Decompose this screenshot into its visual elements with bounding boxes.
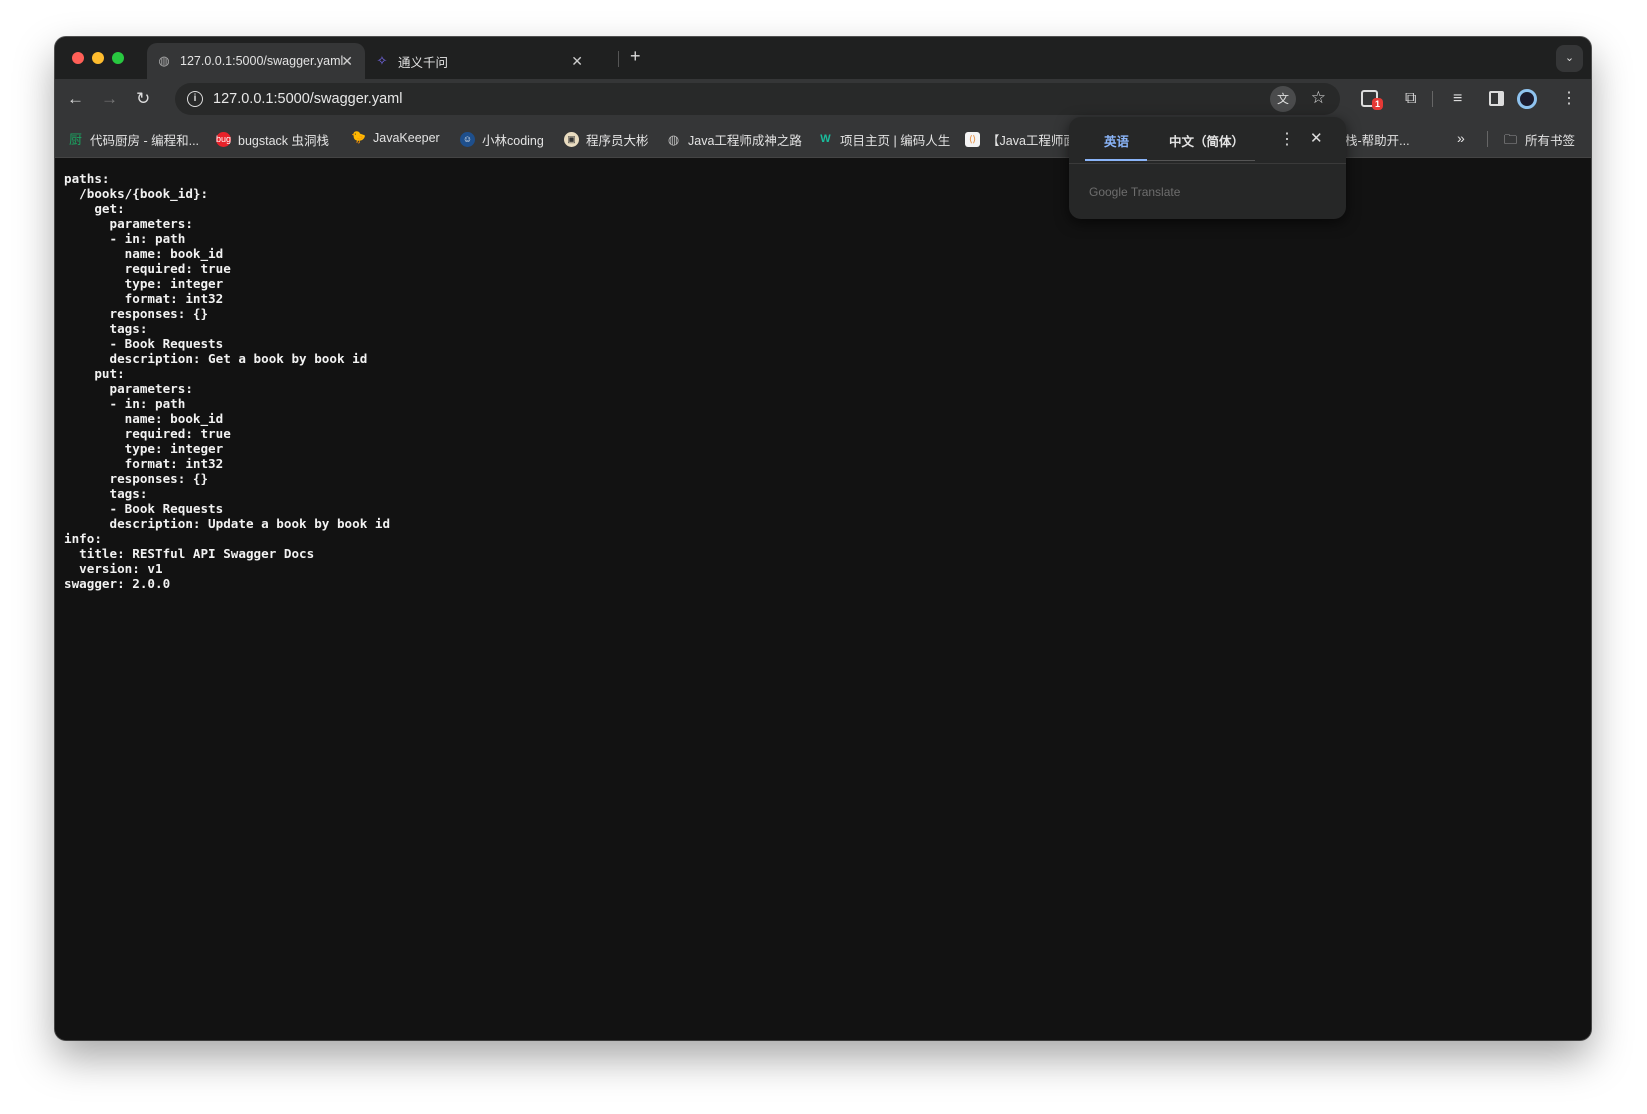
tab-tongyi[interactable]: ✧ 通义千问 ✕ bbox=[365, 43, 595, 79]
bookmark-label: 小林coding bbox=[482, 134, 544, 148]
toolbar: ← → ↻ i 127.0.0.1:5000/swagger.yaml 文 ☆ … bbox=[55, 79, 1591, 119]
more-bookmarks-chevron-icon[interactable]: » bbox=[1457, 130, 1465, 146]
tab-swagger[interactable]: ◍ 127.0.0.1:5000/swagger.yaml ✕ bbox=[147, 43, 365, 79]
close-icon[interactable]: ✕ bbox=[1310, 129, 1323, 147]
bookmark-item[interactable]: 🐤 JavaKeeper bbox=[351, 130, 440, 145]
globe-icon: ◍ bbox=[158, 53, 170, 68]
minimize-window-button[interactable] bbox=[92, 52, 104, 64]
bookmark-item[interactable]: 厨代码厨房 - 编程和... bbox=[68, 130, 199, 149]
bookmark-item[interactable]: ☺ 小林coding bbox=[460, 130, 544, 149]
back-arrow-icon[interactable]: ← bbox=[67, 89, 84, 109]
forward-arrow-icon[interactable]: → bbox=[101, 89, 118, 109]
bookmark-label: 项目主页 | 编码人生 bbox=[840, 134, 951, 148]
bookmark-item[interactable]: ◍ Java工程师成神之路 bbox=[666, 130, 802, 149]
globe-icon: ◍ bbox=[667, 132, 680, 147]
bookmark-label: 程序员大彬 bbox=[586, 134, 649, 148]
toolbar-divider bbox=[1432, 91, 1433, 107]
media-controls-icon[interactable]: ≡ bbox=[1453, 89, 1462, 109]
bookmark-item[interactable]: W 项目主页 | 编码人生 bbox=[818, 130, 950, 149]
code-icon: ⟨⟩ bbox=[965, 132, 980, 147]
url-text[interactable]: 127.0.0.1:5000/swagger.yaml bbox=[213, 91, 402, 107]
w-logo-icon: W bbox=[820, 133, 831, 145]
bookmark-star-icon[interactable]: ☆ bbox=[1311, 88, 1326, 108]
bookmark-item[interactable]: 栈-帮助开... bbox=[1345, 130, 1410, 149]
robot-icon: ▣ bbox=[564, 132, 579, 147]
bookmark-label: 【Java工程师面 bbox=[987, 134, 1076, 148]
bookmark-label: 代码厨房 - 编程和... bbox=[90, 134, 200, 148]
reload-icon[interactable]: ↻ bbox=[136, 89, 150, 109]
extensions-puzzle-icon[interactable]: ⧉ bbox=[1405, 89, 1416, 109]
tab-source-language[interactable]: 英语 bbox=[1104, 131, 1129, 150]
new-tab-button[interactable]: + bbox=[630, 46, 641, 67]
bookmarks-divider bbox=[1487, 131, 1488, 147]
translate-icon[interactable]: 文 bbox=[1270, 86, 1296, 112]
browser-window: ◍ 127.0.0.1:5000/swagger.yaml ✕ ✧ 通义千问 ✕… bbox=[55, 37, 1591, 1040]
tab-target-language[interactable]: 中文（简体） bbox=[1169, 131, 1244, 150]
xiaolin-icon: ☺ bbox=[460, 132, 475, 147]
folder-icon: 🗀 bbox=[1503, 132, 1517, 147]
bookmark-label: Java工程师成神之路 bbox=[688, 134, 802, 148]
close-tab-icon[interactable]: ✕ bbox=[571, 53, 583, 70]
more-menu-icon[interactable]: ⋮ bbox=[1561, 89, 1577, 109]
more-options-icon[interactable]: ⋮ bbox=[1279, 129, 1295, 149]
tab-search-chevron-down-icon[interactable]: ⌄ bbox=[1556, 45, 1583, 72]
kitchen-icon: 厨 bbox=[68, 132, 82, 147]
tab-bar: ◍ 127.0.0.1:5000/swagger.yaml ✕ ✧ 通义千问 ✕… bbox=[55, 37, 1591, 79]
side-panel-icon[interactable] bbox=[1489, 91, 1504, 106]
bookmark-label: 栈-帮助开... bbox=[1345, 134, 1410, 148]
chick-icon: 🐤 bbox=[351, 130, 366, 144]
translate-popup: 英语 中文（简体） ⋮ ✕ Google Translate bbox=[1069, 117, 1346, 219]
active-tab-indicator bbox=[1085, 159, 1147, 161]
google-translate-label: Google Translate bbox=[1089, 185, 1181, 199]
tab-title: 127.0.0.1:5000/swagger.yaml bbox=[180, 54, 344, 68]
profile-avatar[interactable] bbox=[1517, 89, 1537, 109]
bookmark-label: bugstack 虫洞栈 bbox=[238, 134, 330, 148]
bookmark-item[interactable]: ▣ 程序员大彬 bbox=[564, 130, 649, 149]
tongyi-logo-icon: ✧ bbox=[376, 53, 388, 68]
bookmark-label: JavaKeeper bbox=[373, 130, 440, 145]
maximize-window-button[interactable] bbox=[112, 52, 124, 64]
extension-badge: 1 bbox=[1372, 98, 1384, 110]
site-info-icon[interactable]: i bbox=[187, 91, 203, 107]
bookmark-item[interactable]: ⟨⟩ 【Java工程师面 bbox=[965, 130, 1076, 149]
all-bookmarks-button[interactable]: 🗀 所有书签 bbox=[1503, 130, 1575, 149]
bug-icon: bug bbox=[216, 132, 231, 147]
tab-underline bbox=[1147, 160, 1255, 161]
yaml-document: paths: /books/{book_id}: get: parameters… bbox=[64, 171, 391, 591]
divider bbox=[1069, 163, 1346, 164]
bookmark-label: 所有书签 bbox=[1525, 134, 1576, 148]
bookmark-item[interactable]: bug bugstack 虫洞栈 bbox=[216, 130, 329, 149]
page-content: paths: /books/{book_id}: get: parameters… bbox=[55, 158, 1591, 1040]
tab-title: 通义千问 bbox=[398, 55, 449, 70]
bookmarks-bar: 厨代码厨房 - 编程和... bug bugstack 虫洞栈 🐤 JavaKeep… bbox=[55, 119, 1591, 158]
close-tab-icon[interactable]: ✕ bbox=[341, 53, 353, 70]
close-window-button[interactable] bbox=[72, 52, 84, 64]
tab-divider bbox=[618, 51, 619, 67]
address-bar[interactable]: i 127.0.0.1:5000/swagger.yaml 文 ☆ bbox=[175, 83, 1340, 115]
